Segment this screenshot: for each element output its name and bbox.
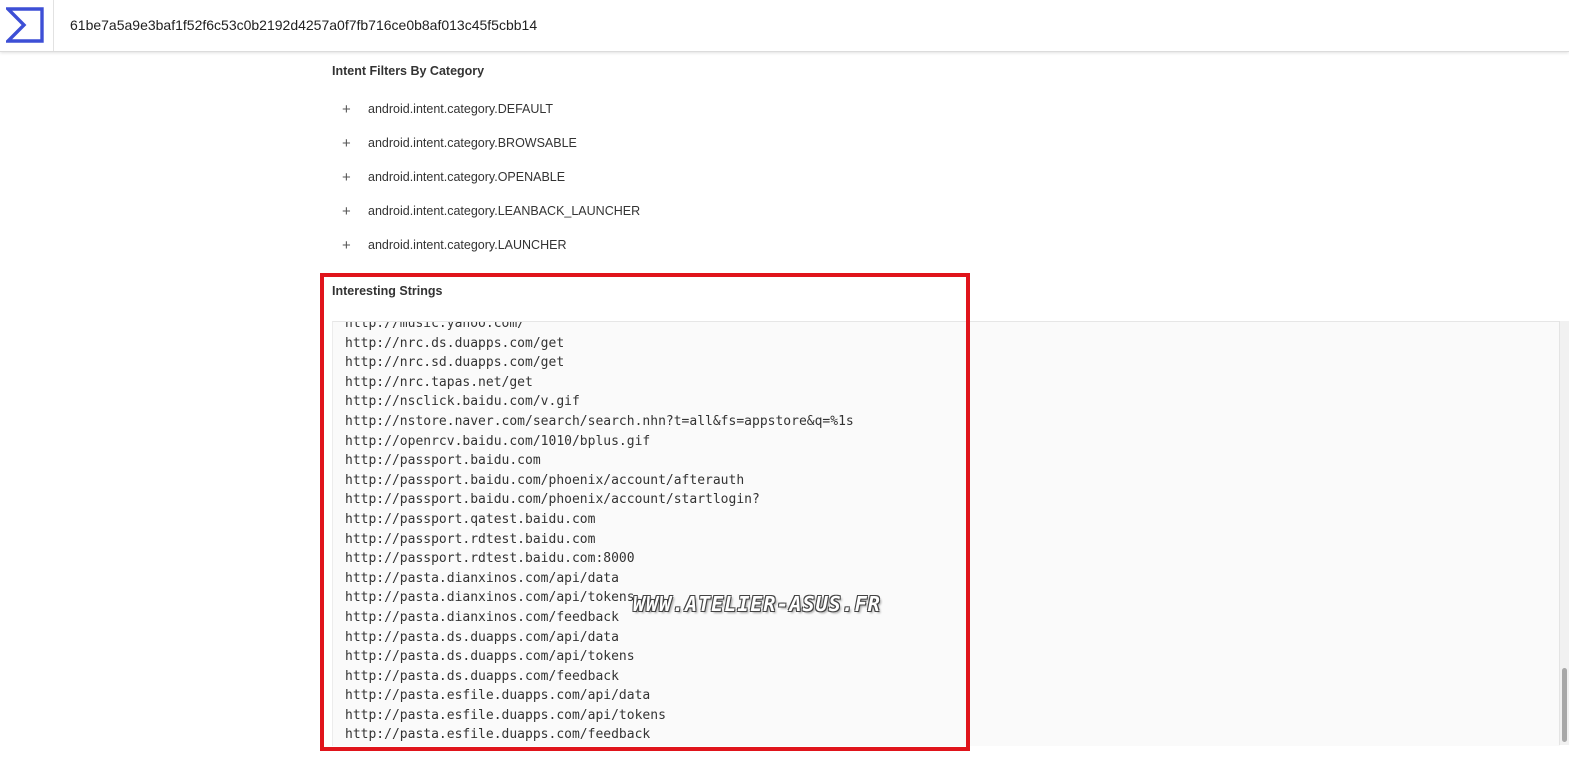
string-line: http://openrcv.baidu.com/1010/bplus.gif bbox=[345, 433, 651, 449]
expand-plus-icon[interactable]: + bbox=[340, 101, 368, 118]
intent-category-label: android.intent.category.BROWSABLE bbox=[368, 136, 577, 150]
intent-category-item[interactable]: + android.intent.category.OPENABLE bbox=[340, 160, 640, 194]
intent-filters-title: Intent Filters By Category bbox=[332, 64, 485, 78]
string-line: http://passport.baidu.com/phoenix/accoun… bbox=[345, 472, 745, 488]
expand-plus-icon[interactable]: + bbox=[340, 169, 368, 186]
intent-category-label: android.intent.category.LEANBACK_LAUNCHE… bbox=[368, 204, 641, 218]
interesting-strings-panel[interactable]: http://music.yahoo.com/http://nrc.ds.dua… bbox=[332, 321, 1560, 746]
string-line: http://nrc.tapas.net/get bbox=[345, 374, 533, 390]
string-line: http://nsclick.baidu.com/v.gif bbox=[345, 394, 580, 410]
intent-category-item[interactable]: + android.intent.category.LAUNCHER bbox=[340, 228, 640, 262]
strings-scrollbar-thumb[interactable] bbox=[1562, 668, 1567, 742]
string-line: http://pasta.dianxinos.com/feedback bbox=[345, 609, 619, 625]
string-line: http://pasta.ds.duapps.com/api/data bbox=[345, 629, 619, 645]
string-line: http://pasta.esfile.duapps.com/feedback bbox=[345, 727, 651, 743]
string-line: http://pasta.esfile.duapps.com/api/token… bbox=[345, 707, 666, 723]
expand-plus-icon[interactable]: + bbox=[340, 203, 368, 220]
string-line: http://passport.baidu.com bbox=[345, 453, 541, 469]
string-line: http://nstore.naver.com/search/search.nh… bbox=[345, 413, 854, 429]
intent-category-label: android.intent.category.LAUNCHER bbox=[368, 238, 567, 252]
intent-category-item[interactable]: + android.intent.category.DEFAULT bbox=[340, 92, 640, 126]
string-line: http://nrc.ds.duapps.com/get bbox=[345, 335, 565, 351]
string-line: http://passport.rdtest.baidu.com bbox=[345, 531, 596, 547]
intent-category-label: android.intent.category.DEFAULT bbox=[368, 102, 554, 116]
top-bar bbox=[0, 0, 1569, 52]
intent-category-item[interactable]: + android.intent.category.LEANBACK_LAUNCH… bbox=[340, 194, 640, 228]
expand-plus-icon[interactable]: + bbox=[340, 135, 368, 152]
string-line: http://passport.qatest.baidu.com bbox=[345, 511, 596, 527]
string-line: http://passport.rdtest.baidu.com:8000 bbox=[345, 551, 635, 567]
intent-category-item[interactable]: + android.intent.category.BROWSABLE bbox=[340, 126, 640, 160]
string-line: http://pasta.ds.duapps.com/feedback bbox=[345, 668, 619, 684]
string-line: http://pasta.dianxinos.com/api/data bbox=[345, 570, 619, 586]
string-line: http://pasta.dianxinos.com/api/tokens bbox=[345, 590, 635, 606]
strings-list: http://music.yahoo.com/http://nrc.ds.dua… bbox=[345, 321, 854, 745]
interesting-strings-title: Interesting Strings bbox=[332, 284, 443, 298]
string-line: http://passport.baidu.com/phoenix/accoun… bbox=[345, 492, 760, 508]
intent-category-label: android.intent.category.OPENABLE bbox=[368, 170, 566, 184]
hash-search-input[interactable] bbox=[56, 10, 856, 40]
expand-plus-icon[interactable]: + bbox=[340, 237, 368, 254]
string-line: http://music.yahoo.com/ bbox=[345, 321, 526, 331]
sigma-logo-icon[interactable] bbox=[0, 0, 54, 51]
string-line: http://pasta.ds.duapps.com/api/tokens bbox=[345, 649, 635, 665]
string-line: http://pasta.esfile.duapps.com/api/data bbox=[345, 688, 651, 704]
sigma-logo-svg bbox=[6, 7, 44, 43]
intent-category-list: + android.intent.category.DEFAULT + android… bbox=[340, 92, 640, 262]
string-line: http://nrc.sd.duapps.com/get bbox=[345, 355, 565, 371]
